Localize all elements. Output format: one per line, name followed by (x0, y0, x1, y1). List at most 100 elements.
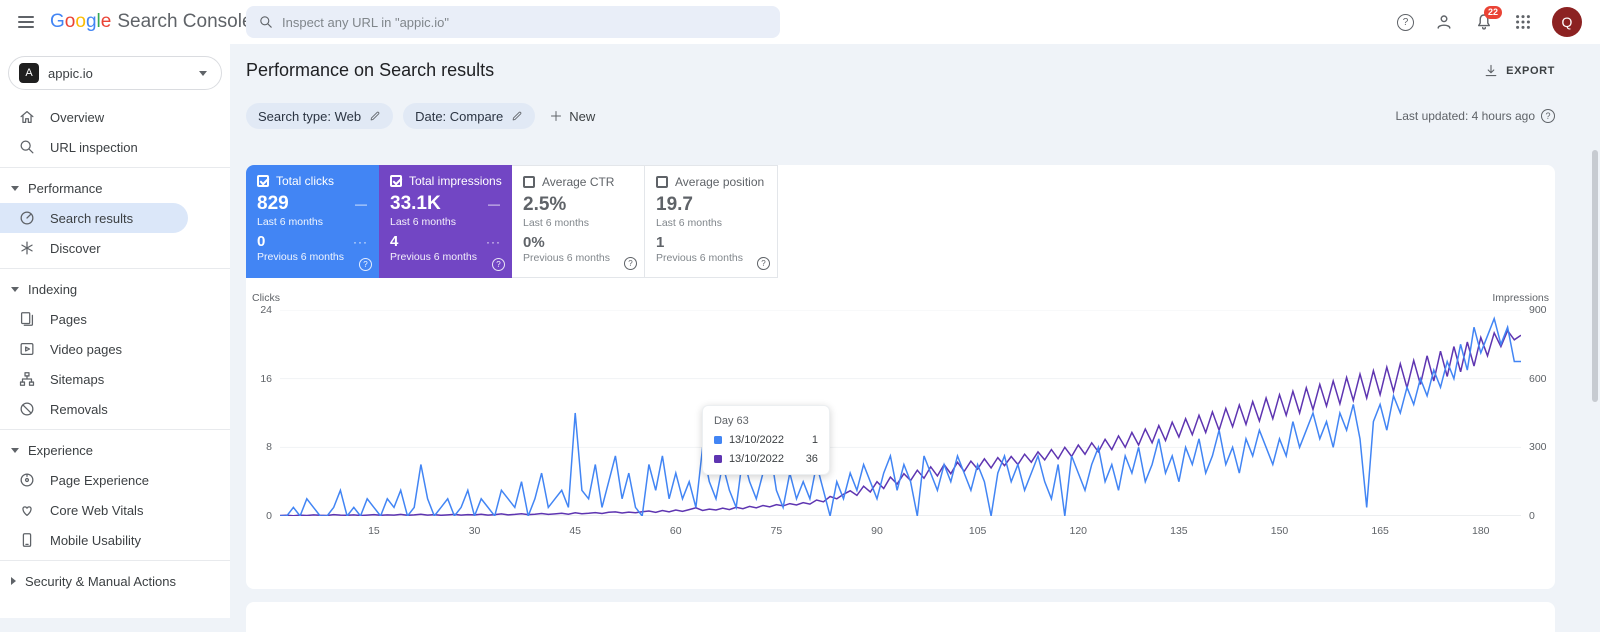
sidebar-item-pages[interactable]: Pages (0, 304, 230, 334)
sidebar-item-sitemaps[interactable]: Sitemaps (0, 364, 230, 394)
user-settings-icon[interactable] (1434, 12, 1454, 32)
sidebar-item-search-results[interactable]: Search results (0, 203, 188, 233)
sidebar-section-security[interactable]: Security & Manual Actions (0, 566, 230, 596)
search-input[interactable] (282, 15, 768, 30)
sidebar-section-performance[interactable]: Performance (0, 173, 230, 203)
magnifier-icon (18, 138, 36, 156)
metric-period: Last 6 months (656, 217, 766, 229)
export-button[interactable]: EXPORT (1483, 63, 1555, 79)
left-axis-ticks: 24 16 8 0 (250, 310, 280, 516)
tooltip-value: 1 (812, 434, 818, 446)
metric-value: 33.1K (390, 193, 441, 215)
metric-prev-value: 0% (523, 234, 545, 251)
metric-value: 2.5% (523, 194, 566, 216)
sidebar-item-label: Discover (50, 241, 101, 256)
pencil-icon (511, 110, 523, 122)
chevron-down-icon (11, 287, 19, 292)
metric-card-average-position[interactable]: Average position 19.7 Last 6 months 1 Pr… (645, 165, 778, 278)
apps-grid-icon[interactable] (1514, 13, 1532, 31)
section-label: Experience (28, 443, 93, 458)
help-icon[interactable] (757, 257, 770, 270)
sidebar-divider (0, 167, 230, 168)
url-inspection-searchbar[interactable] (246, 6, 780, 38)
sidebar-item-label: Removals (50, 402, 108, 417)
new-filter-button[interactable]: New (549, 109, 595, 124)
metric-card-total-impressions[interactable]: Total impressions 33.1K— Last 6 months 4… (379, 165, 512, 278)
sidebar-item-label: URL inspection (50, 140, 138, 155)
performance-chart: Clicks Impressions 24 16 8 0 Day 63 13/1… (250, 292, 1551, 544)
metric-card-average-ctr[interactable]: Average CTR 2.5% Last 6 months 0% Previo… (512, 165, 645, 278)
sidebar-item-label: Pages (50, 312, 87, 327)
help-icon[interactable] (1397, 14, 1414, 31)
checkbox-icon[interactable] (257, 175, 269, 187)
metric-period: Last 6 months (390, 216, 501, 228)
chart-plot[interactable]: Day 63 13/10/2022 1 13/10/2022 36 (280, 310, 1521, 516)
metric-prev-value: 0 (257, 233, 265, 250)
sidebar-item-discover[interactable]: Discover (0, 233, 230, 263)
metric-period: Last 6 months (523, 217, 633, 229)
sidebar-item-label: Page Experience (50, 473, 149, 488)
tooltip-date: 13/10/2022 (729, 434, 784, 446)
sidebar-item-removals[interactable]: Removals (0, 394, 230, 424)
sidebar-item-video-pages[interactable]: Video pages (0, 334, 230, 364)
checkbox-icon[interactable] (656, 176, 668, 188)
help-icon[interactable] (492, 258, 505, 271)
chevron-down-icon (11, 448, 19, 453)
property-name: appic.io (48, 66, 93, 81)
app-logo[interactable]: Google Search Console (50, 11, 253, 33)
section-label: Indexing (28, 282, 77, 297)
sidebar-section-experience[interactable]: Experience (0, 435, 230, 465)
filter-chip-date[interactable]: Date: Compare (403, 103, 535, 129)
core-web-vitals-icon (18, 501, 36, 519)
trend-glyph: — (355, 197, 368, 211)
checkbox-icon[interactable] (390, 175, 402, 187)
tooltip-value: 36 (806, 453, 818, 465)
right-axis-title: Impressions (1492, 292, 1549, 304)
search-icon (258, 14, 274, 30)
sidebar-item-page-experience[interactable]: Page Experience (0, 465, 230, 495)
sidebar: A appic.io Overview URL inspection Perfo… (0, 44, 230, 618)
sidebar-item-label: Video pages (50, 342, 122, 357)
metric-value: 829 (257, 193, 289, 215)
notifications-button[interactable]: 22 (1474, 12, 1494, 32)
sidebar-item-mobile-usability[interactable]: Mobile Usability (0, 525, 230, 555)
help-icon[interactable] (624, 257, 637, 270)
trend-glyph: — (488, 197, 501, 211)
performance-gauge-icon (18, 209, 36, 227)
filter-chip-search-type[interactable]: Search type: Web (246, 103, 393, 129)
last-updated: Last updated: 4 hours ago (1396, 109, 1555, 123)
metric-card-total-clicks[interactable]: Total clicks 829— Last 6 months 0··· Pre… (246, 165, 379, 278)
help-icon[interactable] (1541, 109, 1555, 123)
next-section-panel (246, 602, 1555, 632)
sidebar-divider (0, 268, 230, 269)
hamburger-menu-button[interactable] (6, 2, 46, 42)
sidebar-item-label: Sitemaps (50, 372, 104, 387)
notification-badge: 22 (1484, 6, 1502, 19)
removals-blocked-icon (18, 400, 36, 418)
download-icon (1483, 63, 1499, 79)
metric-prev-period: Previous 6 months (656, 252, 766, 264)
vertical-scrollbar[interactable] (1592, 150, 1598, 402)
help-icon[interactable] (359, 258, 372, 271)
account-avatar[interactable]: Q (1552, 7, 1582, 37)
sidebar-item-label: Mobile Usability (50, 533, 141, 548)
metric-cards: Total clicks 829— Last 6 months 0··· Pre… (246, 165, 1555, 278)
page-title: Performance on Search results (246, 60, 494, 81)
checkbox-icon[interactable] (523, 176, 535, 188)
sidebar-item-overview[interactable]: Overview (0, 102, 230, 132)
sidebar-item-label: Core Web Vitals (50, 503, 143, 518)
property-selector[interactable]: A appic.io (8, 56, 222, 90)
sidebar-section-indexing[interactable]: Indexing (0, 274, 230, 304)
tooltip-date: 13/10/2022 (729, 453, 784, 465)
performance-panel: Total clicks 829— Last 6 months 0··· Pre… (246, 165, 1555, 589)
sidebar-item-core-web-vitals[interactable]: Core Web Vitals (0, 495, 230, 525)
section-label: Performance (28, 181, 102, 196)
metric-prev-period: Previous 6 months (257, 251, 368, 263)
sidebar-divider (0, 560, 230, 561)
plus-icon (549, 109, 563, 123)
metric-prev-value: 4 (390, 233, 398, 250)
overflow-dots-glyph: ··· (353, 235, 368, 249)
sidebar-item-url-inspection[interactable]: URL inspection (0, 132, 230, 162)
chevron-down-icon (11, 186, 19, 191)
left-axis-title: Clicks (252, 292, 280, 304)
